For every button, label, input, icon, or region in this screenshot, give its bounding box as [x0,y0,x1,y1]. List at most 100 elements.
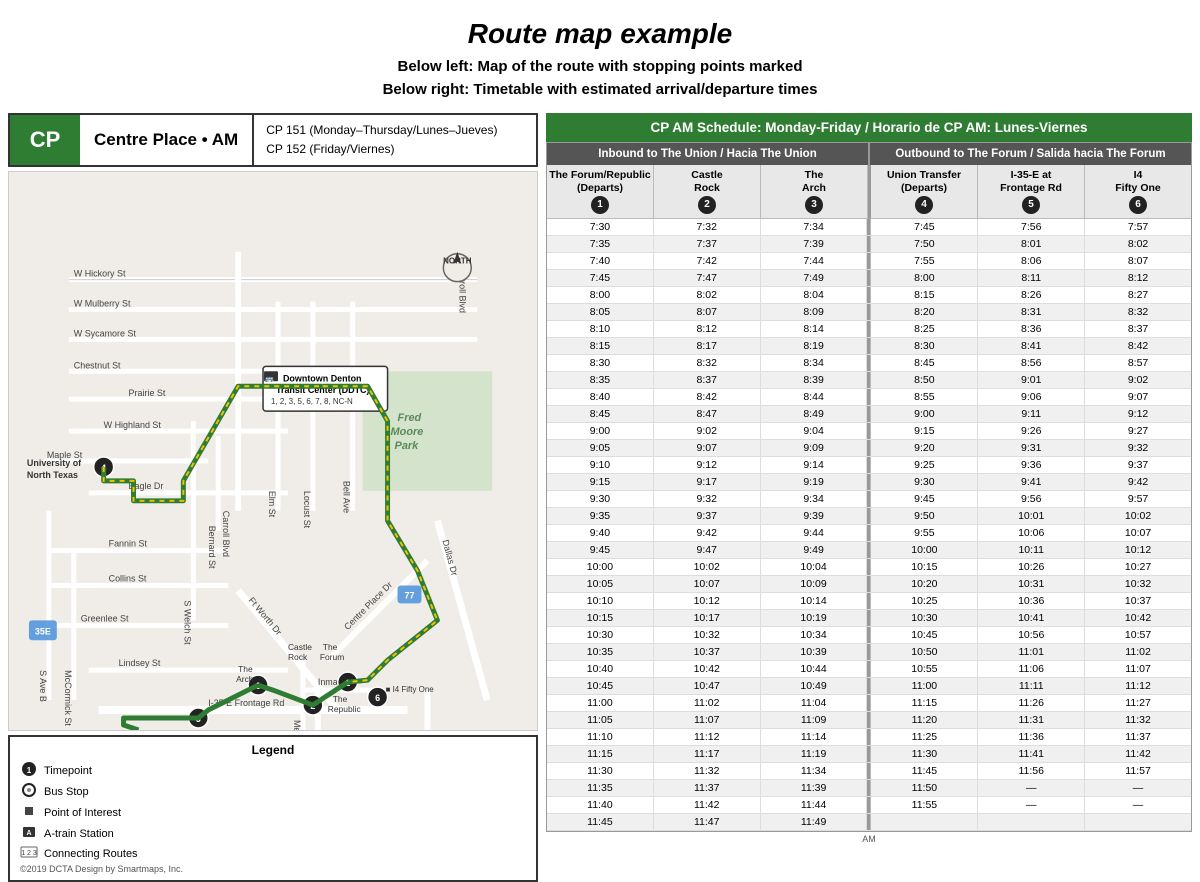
time-cell: 10:11 [978,542,1085,558]
table-row: 11:0011:0211:0411:1511:2611:27 [547,695,1191,712]
col-header-1: The Forum/Republic(Departs)1 [547,165,654,219]
table-row: 11:4511:4711:49 [547,814,1191,831]
svg-text:Lindsey St: Lindsey St [119,658,161,668]
time-cell: 11:30 [547,763,654,779]
time-cell: 8:30 [870,338,978,354]
svg-text:Meadow Dr: Meadow Dr [292,720,302,730]
time-cell: — [1085,780,1191,796]
time-cell: 8:34 [761,355,868,371]
time-cell: 7:44 [761,253,868,269]
svg-text:77: 77 [404,590,414,600]
time-cell: 9:05 [547,440,654,456]
time-cell: 8:30 [547,355,654,371]
time-cell: 7:37 [654,236,761,252]
time-cell: 9:37 [654,508,761,524]
time-cell: 8:56 [978,355,1085,371]
time-cell: 8:01 [978,236,1085,252]
time-cell: 7:42 [654,253,761,269]
svg-text:Republic: Republic [328,704,361,714]
time-cell: 11:49 [761,814,868,830]
connecting-icon: 1 2 3 [20,845,38,862]
table-row: 9:309:329:349:459:569:57 [547,491,1191,508]
time-cell: 8:02 [654,287,761,303]
table-row: 8:408:428:448:559:069:07 [547,389,1191,406]
table-row: 8:358:378:398:509:019:02 [547,372,1191,389]
time-cell: 9:30 [547,491,654,507]
time-cell: 7:30 [547,219,654,235]
time-cell [870,814,978,830]
svg-text:The: The [323,642,338,652]
time-cell: 10:49 [761,678,868,694]
time-cell: 9:45 [870,491,978,507]
time-cell: 9:57 [1085,491,1191,507]
time-cell: 8:02 [1085,236,1191,252]
time-cell: 8:32 [654,355,761,371]
col-header-2: CastleRock2 [654,165,761,219]
time-cell: 8:10 [547,321,654,337]
table-row: 11:1011:1211:1411:2511:3611:37 [547,729,1191,746]
time-cell: 11:42 [1085,746,1191,762]
table-row: 7:457:477:498:008:118:12 [547,270,1191,287]
timepoint-icon: 1 [20,761,38,780]
svg-text:1: 1 [27,766,32,775]
time-cell: 10:37 [654,644,761,660]
time-cell: 11:12 [654,729,761,745]
time-cell: 9:47 [654,542,761,558]
time-cell: 9:45 [547,542,654,558]
time-cell: 10:39 [761,644,868,660]
map-container: Fred Moore Park W Hickory St W Mulberry … [8,171,538,731]
time-cell: 10:56 [978,627,1085,643]
route-line2: CP 152 (Friday/Viernes) [266,140,497,159]
time-cell: 9:32 [654,491,761,507]
svg-text:University of: University of [27,458,81,468]
time-cell: 11:09 [761,712,868,728]
time-cell: 9:30 [870,474,978,490]
svg-text:Arch: Arch [236,674,254,684]
time-cell: 10:09 [761,576,868,592]
time-rows: 7:307:327:347:457:567:577:357:377:397:50… [547,219,1191,831]
time-cell: 10:41 [978,610,1085,626]
time-cell: 11:35 [547,780,654,796]
time-cell: 7:49 [761,270,868,286]
time-cell: 9:11 [978,406,1085,422]
time-cell: 8:19 [761,338,868,354]
svg-text:■ I4 Fifty One: ■ I4 Fifty One [386,685,435,694]
legend-poi-label: Point of Interest [44,807,121,819]
time-cell: 8:44 [761,389,868,405]
time-cell: 11:31 [978,712,1085,728]
time-cell: 10:14 [761,593,868,609]
time-cell: 9:56 [978,491,1085,507]
time-cell: 7:35 [547,236,654,252]
table-row: 9:009:029:049:159:269:27 [547,423,1191,440]
time-cell: 11:20 [870,712,978,728]
svg-text:Locust St: Locust St [302,491,312,529]
time-cell: 9:40 [547,525,654,541]
time-cell: 10:17 [654,610,761,626]
time-cell: 9:34 [761,491,868,507]
subtitle: Below left: Map of the route with stoppi… [0,56,1200,101]
legend-timepoint-label: Timepoint [44,765,92,777]
time-cell: 11:02 [1085,644,1191,660]
time-cell: 11:05 [547,712,654,728]
time-cell: 8:14 [761,321,868,337]
time-cell: 8:00 [870,270,978,286]
time-cell: 8:07 [654,304,761,320]
time-cell: 8:07 [1085,253,1191,269]
time-cell: 10:26 [978,559,1085,575]
svg-text:Bell Ave: Bell Ave [342,481,352,513]
svg-text:Collins St: Collins St [109,574,147,584]
col-headers: The Forum/Republic(Departs)1 CastleRock2… [547,165,1191,219]
time-cell [1085,814,1191,830]
time-cell: 9:02 [1085,372,1191,388]
time-cell: 9:06 [978,389,1085,405]
time-cell: 9:02 [654,423,761,439]
svg-text:Fannin St: Fannin St [109,539,148,549]
time-cell: 8:25 [870,321,978,337]
time-cell: 8:55 [870,389,978,405]
time-cell: 9:31 [978,440,1085,456]
legend-busstop-label: Bus Stop [44,786,89,798]
time-cell: 10:25 [870,593,978,609]
time-cell: 8:49 [761,406,868,422]
svg-text:1, 2, 3, 5, 6, 7, 8, NC-N: 1, 2, 3, 5, 6, 7, 8, NC-N [271,397,353,406]
table-row: 8:008:028:048:158:268:27 [547,287,1191,304]
